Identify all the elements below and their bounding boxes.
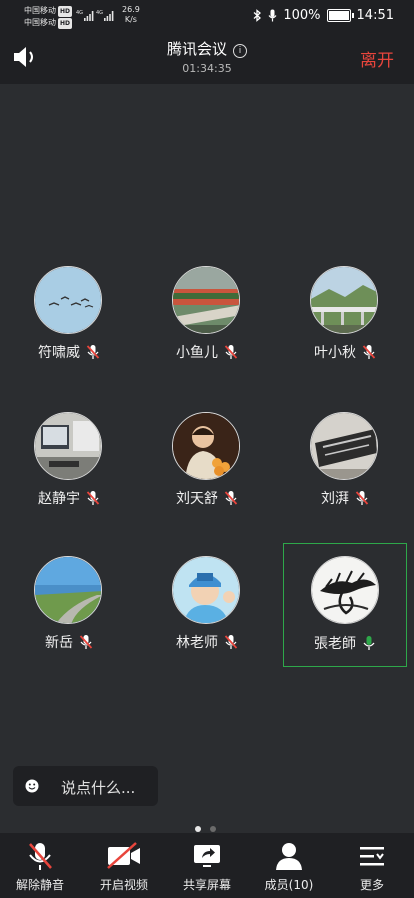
bottom-toolbar: 解除静音 开启视频 共享屏幕 成员(10) 更多: [0, 833, 414, 898]
participant-tile[interactable]: 刘湃: [283, 402, 407, 526]
mic-muted-icon: [29, 843, 52, 870]
participant-name-row: 張老師: [284, 633, 406, 653]
more-button[interactable]: 更多: [332, 833, 412, 898]
share-screen-label: 共享屏幕: [182, 878, 231, 892]
mic-muted-icon: [224, 491, 238, 505]
start-video-label: 开启视频: [99, 878, 148, 892]
participant-tile[interactable]: 赵静宇: [7, 402, 131, 526]
mic-muted-icon: [79, 635, 93, 649]
unmute-button[interactable]: 解除静音: [0, 833, 80, 898]
bridge-mountain-photo-icon: [311, 267, 377, 333]
members-icon: [276, 843, 302, 870]
mic-muted-icon: [224, 635, 238, 649]
page-dot-active[interactable]: [195, 826, 201, 832]
members-button[interactable]: 成员(10): [249, 833, 329, 898]
participant-name-row: 小鱼儿: [145, 342, 269, 362]
participant-tile[interactable]: 小鱼儿: [145, 256, 269, 380]
members-label: 成员(10): [264, 878, 314, 892]
desk-monitor-photo-icon: [35, 413, 101, 479]
engraved-sign-photo-icon: [311, 413, 377, 479]
avatar: [172, 412, 240, 480]
start-video-button[interactable]: 开启视频: [84, 833, 164, 898]
participant-tile[interactable]: 叶小秋: [283, 256, 407, 380]
chat-input[interactable]: 说点什么...: [13, 766, 158, 806]
participant-tile[interactable]: 符啸威: [7, 256, 131, 380]
participant-name-row: 叶小秋: [283, 342, 407, 362]
avatar: [172, 266, 240, 334]
participant-name: 小鱼儿: [176, 345, 218, 361]
participant-name: 林老师: [176, 635, 218, 651]
participant-name: 新岳: [45, 635, 73, 651]
participant-tile[interactable]: 新岳: [7, 546, 131, 670]
participant-name-row: 刘湃: [283, 488, 407, 508]
avatar: [311, 556, 379, 624]
unmute-label: 解除静音: [15, 878, 64, 892]
mic-muted-icon: [86, 491, 100, 505]
avatar: [172, 556, 240, 624]
participant-tile-active-speaker[interactable]: 張老師: [283, 543, 407, 667]
participant-name: 赵静宇: [38, 491, 80, 507]
share-screen-button[interactable]: 共享屏幕: [167, 833, 247, 898]
mic-muted-icon: [355, 491, 369, 505]
child-portrait-photo-icon: [173, 413, 239, 479]
more-label: 更多: [359, 878, 384, 892]
participant-tile[interactable]: 林老师: [145, 546, 269, 670]
participant-name-row: 林老师: [145, 632, 269, 652]
mic-muted-icon: [224, 345, 238, 359]
participant-name-row: 赵静宇: [7, 488, 131, 508]
participant-name: 符啸威: [38, 345, 80, 361]
mic-muted-icon: [362, 345, 376, 359]
menu-more-icon: [360, 847, 384, 866]
coastal-road-photo-icon: [35, 557, 101, 623]
mic-active-icon: [363, 636, 375, 650]
video-off-icon: [107, 842, 140, 869]
participant-name-row: 符啸威: [7, 342, 131, 362]
avatar: [34, 412, 102, 480]
participant-tile[interactable]: 刘天舒: [145, 402, 269, 526]
participant-name-row: 刘天舒: [145, 488, 269, 508]
chat-placeholder: 说点什么...: [61, 779, 136, 797]
avatar: [310, 266, 378, 334]
page-dot[interactable]: [210, 826, 216, 832]
mic-muted-icon: [86, 345, 100, 359]
participant-name: 張老師: [314, 636, 356, 652]
participant-name: 刘湃: [321, 491, 349, 507]
boy-cap-photo-icon: [173, 557, 239, 623]
share-screen-icon: [194, 845, 220, 867]
smiley-icon[interactable]: [25, 779, 39, 793]
avatar: [34, 556, 102, 624]
avatar: [34, 266, 102, 334]
participant-name: 刘天舒: [176, 491, 218, 507]
flowers-bench-photo-icon: [173, 267, 239, 333]
birds-sky-photo-icon: [35, 267, 101, 333]
participant-name: 叶小秋: [314, 345, 356, 361]
avatar: [310, 412, 378, 480]
ink-pine-painting-icon: [312, 557, 378, 623]
participant-name-row: 新岳: [7, 632, 131, 652]
participant-grid: 符啸威 小鱼儿 叶小秋 赵静宇 刘天舒 刘湃 新岳 林老师 張老師: [0, 0, 414, 898]
